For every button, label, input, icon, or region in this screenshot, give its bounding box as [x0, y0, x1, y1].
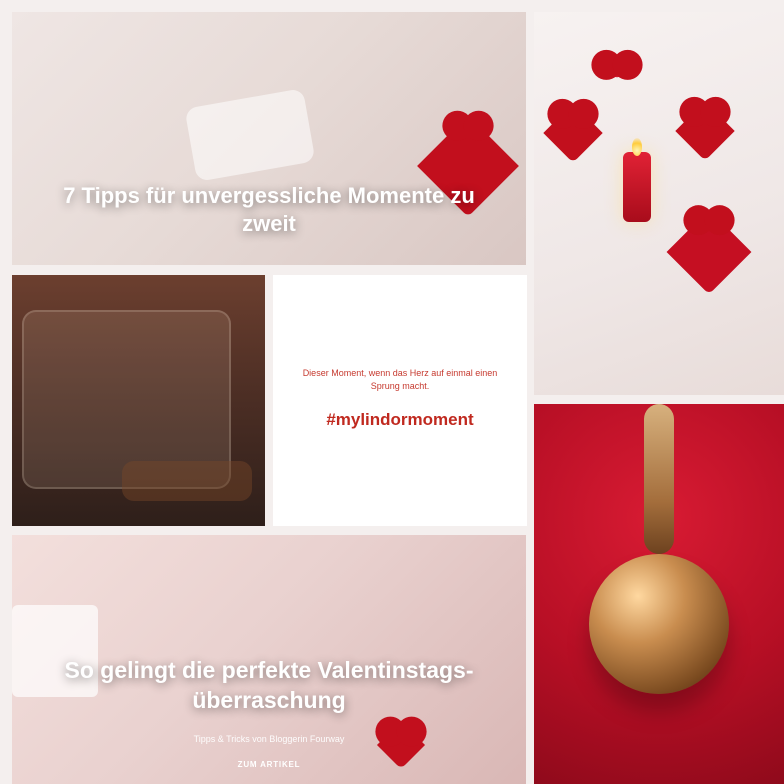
quote-tile[interactable]: Dieser Moment, wenn das Herz auf einmal …: [273, 275, 527, 526]
hashtag-text: #mylindormoment: [326, 410, 474, 429]
heart-chocolate-box-decoration: [666, 209, 752, 295]
tile-subline: Tipps & Tricks von Bloggerin Fourway: [193, 734, 345, 744]
read-article-link[interactable]: ZUM ARTIKEL: [12, 760, 526, 769]
lindor-truffle-decoration: [589, 554, 729, 694]
quote-text: Dieser Moment, wenn das Herz auf einmal …: [302, 368, 498, 391]
floating-heart-balloon-decoration: [604, 54, 630, 80]
paper-card-decoration: [184, 88, 316, 182]
candle-decoration: [623, 152, 651, 222]
instagram-tile-candle-tray[interactable]: [534, 12, 784, 395]
left-heart-cushion-decoration: [543, 103, 603, 163]
candle-flame-decoration: [632, 138, 642, 156]
feature-tile-tips[interactable]: 7 Tipps für unvergessliche Momente zu zw…: [12, 12, 526, 265]
tile-title: So gelingt die perfekte Valentinstags-üb…: [64, 657, 474, 713]
lindor-ball-tile[interactable]: [534, 404, 784, 784]
right-heart-cushion-decoration: [675, 101, 735, 161]
instagram-tile-couple[interactable]: [12, 275, 265, 526]
chocolate-stream-decoration: [644, 404, 674, 554]
tile-title: 7 Tipps für unvergessliche Momente zu zw…: [63, 183, 475, 236]
feature-tile-valentine-surprise[interactable]: So gelingt die perfekte Valentinstags-üb…: [12, 535, 526, 784]
table-decoration: [122, 461, 252, 501]
